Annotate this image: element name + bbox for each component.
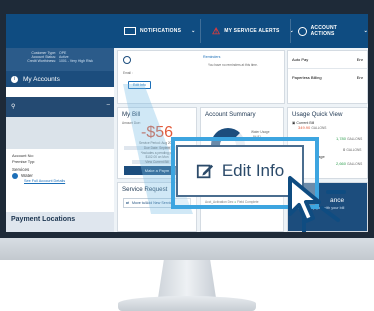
billing-options: Auto Pay Enr Paperless Billing Enr: [287, 50, 368, 104]
calendar-icon: ▣: [292, 121, 296, 125]
cursor-icon: [288, 176, 346, 232]
water-drop-icon: [12, 172, 18, 179]
notifications-button[interactable]: NOTIFICATIONS ⌄: [124, 22, 196, 40]
account-meta: Customer Type: OPE Account Status: Active …: [6, 48, 114, 71]
chevron-down-icon: ⌄: [191, 28, 196, 34]
sidebar: Customer Type: OPE Account Status: Active …: [6, 48, 114, 232]
see-full-details-link[interactable]: See Full Account Details: [24, 179, 108, 185]
top-navigation: NOTIFICATIONS ⌄ ⚠ MY SERVICE ALERTS ⌄ AC…: [6, 14, 368, 48]
account-card-header: ⚲ –: [6, 97, 114, 117]
service-alerts-button[interactable]: ⚠ MY SERVICE ALERTS ⌄: [212, 22, 294, 40]
account-details: Account No: Premise Typ: Services Water …: [6, 149, 114, 188]
user-icon: [298, 26, 307, 36]
monitor-chin: [0, 238, 374, 260]
account-card-rows: [6, 117, 114, 149]
screen: NOTIFICATIONS ⌄ ⚠ MY SERVICE ALERTS ⌄ AC…: [6, 14, 368, 232]
monitor-bezel: NOTIFICATIONS ⌄ ⚠ MY SERVICE ALERTS ⌄ AC…: [0, 0, 374, 238]
my-accounts-button[interactable]: i My Accounts: [6, 71, 114, 87]
collapse-icon[interactable]: –: [107, 102, 110, 108]
monitor-stand-foot: [118, 296, 256, 311]
account-actions-button[interactable]: ACCOUNT ACTIONS ⌄: [298, 22, 368, 40]
chevron-down-icon: ⌄: [363, 28, 368, 34]
user-avatar-icon: [123, 56, 131, 64]
payment-locations-heading[interactable]: Payment Locations: [6, 212, 114, 232]
mail-icon: [124, 27, 136, 35]
location-icon: ⚲: [11, 104, 16, 110]
reminders-link[interactable]: Reminders: [203, 55, 220, 59]
monitor-stand-neck: [158, 260, 216, 298]
truck-icon: ⇄: [126, 201, 130, 205]
alert-icon: ⚠: [212, 25, 221, 36]
info-icon: i: [11, 75, 18, 83]
edit-icon: [196, 164, 213, 179]
